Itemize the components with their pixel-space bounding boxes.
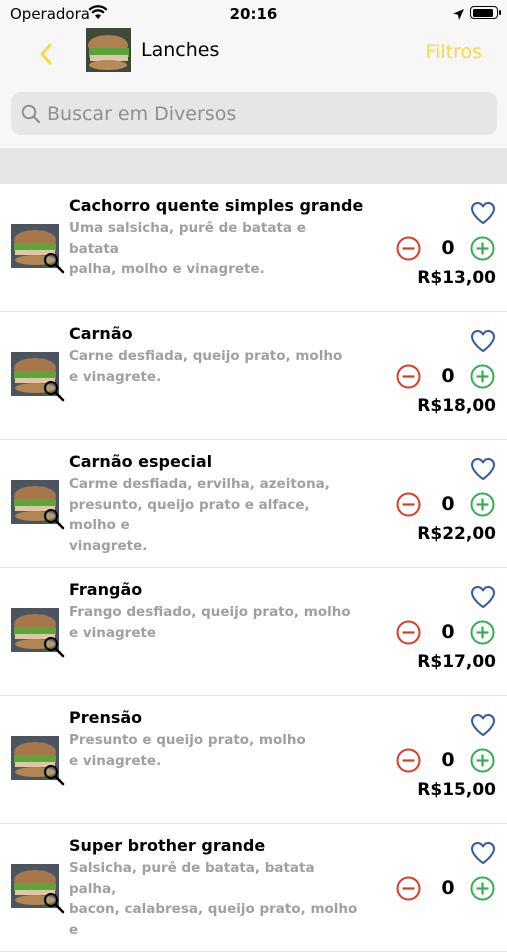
- product-price: R$13,00: [417, 268, 496, 288]
- page-title: Lanches: [141, 39, 220, 61]
- decrease-quantity-button[interactable]: [396, 236, 421, 265]
- zoom-icon: [43, 636, 65, 662]
- product-description-line: e vinagrete.: [69, 752, 162, 769]
- product-description-line: palha, molho e vinagrete.: [69, 261, 265, 277]
- product-description: Uma salsicha, purê de batata e batata pal…: [69, 218, 359, 280]
- favorite-heart-icon[interactable]: [470, 201, 496, 229]
- zoom-icon: [43, 508, 65, 534]
- product-name: Carnão: [69, 324, 133, 343]
- product-description-line: e vinagrete.: [69, 368, 162, 385]
- favorite-heart-icon[interactable]: [470, 585, 496, 613]
- quantity-value: 0: [441, 877, 455, 899]
- category-thumbnail: [86, 28, 131, 72]
- search-input[interactable]: [47, 92, 487, 135]
- product-name: Prensão: [69, 708, 143, 727]
- increase-quantity-button[interactable]: [470, 876, 495, 905]
- product-row[interactable]: Prensão Presunto e queijo prato, molho e …: [0, 696, 507, 824]
- decrease-quantity-button[interactable]: [396, 620, 421, 649]
- product-description-line: Carme desfiada, ervilha, azeitona,: [69, 476, 330, 492]
- zoom-icon: [43, 764, 65, 790]
- decrease-quantity-button[interactable]: [396, 492, 421, 521]
- search-bar: [11, 92, 497, 135]
- product-name: Cachorro quente simples grande: [69, 196, 364, 215]
- product-price: R$15,00: [417, 780, 496, 800]
- product-description-line: Salsicha, purê de batata, batata palha,: [69, 860, 315, 897]
- filters-button[interactable]: Filtros: [426, 41, 482, 63]
- favorite-heart-icon[interactable]: [470, 713, 496, 741]
- back-button[interactable]: [36, 40, 56, 68]
- product-row[interactable]: Cachorro quente simples grande Uma salsi…: [0, 184, 507, 312]
- product-description-line: Carne desfiada, queijo prato, molho: [69, 348, 343, 364]
- product-row[interactable]: Carnão Carne desfiada, queijo prato, mol…: [0, 312, 507, 440]
- battery-icon: [470, 6, 501, 19]
- product-description: Carme desfiada, ervilha, azeitona, presun…: [69, 474, 359, 556]
- product-description: Frango desfiado, queijo prato, molho e vi…: [69, 602, 359, 643]
- product-row[interactable]: Super brother grande Salsicha, purê de b…: [0, 824, 507, 952]
- increase-quantity-button[interactable]: [470, 748, 495, 777]
- navigation-bar: Lanches Filtros: [0, 28, 507, 81]
- search-icon: [21, 104, 41, 128]
- product-photo-button[interactable]: [11, 352, 65, 402]
- product-photo-button[interactable]: [11, 608, 65, 658]
- product-photo-button[interactable]: [11, 480, 65, 530]
- zoom-icon: [43, 892, 65, 918]
- favorite-heart-icon[interactable]: [470, 457, 496, 485]
- decrease-quantity-button[interactable]: [396, 748, 421, 777]
- quantity-value: 0: [441, 493, 455, 515]
- product-name: Super brother grande: [69, 836, 266, 855]
- status-bar: Operadora 20:16: [0, 0, 507, 28]
- product-row[interactable]: Carnão especial Carme desfiada, ervilha,…: [0, 440, 507, 568]
- product-photo-button[interactable]: [11, 864, 65, 914]
- product-photo-button[interactable]: [11, 224, 65, 274]
- decrease-quantity-button[interactable]: [396, 876, 421, 905]
- increase-quantity-button[interactable]: [470, 620, 495, 649]
- product-row[interactable]: Frangão Frango desfiado, queijo prato, m…: [0, 568, 507, 696]
- product-price: R$22,00: [417, 524, 496, 544]
- product-price: R$18,00: [417, 396, 496, 416]
- zoom-icon: [43, 252, 65, 278]
- increase-quantity-button[interactable]: [470, 364, 495, 393]
- location-arrow-icon: [452, 6, 465, 25]
- product-description: Presunto e queijo prato, molho e vinagret…: [69, 730, 359, 771]
- product-name: Carnão especial: [69, 452, 213, 471]
- decrease-quantity-button[interactable]: [396, 364, 421, 393]
- section-header: [0, 148, 507, 184]
- battery-fill: [472, 8, 493, 17]
- increase-quantity-button[interactable]: [470, 492, 495, 521]
- clock: 20:16: [229, 5, 278, 23]
- quantity-value: 0: [441, 621, 455, 643]
- quantity-value: 0: [441, 237, 455, 259]
- product-description-line: bacon, calabresa, queijo prato, molho e: [69, 901, 358, 938]
- product-name: Frangão: [69, 580, 143, 599]
- favorite-heart-icon[interactable]: [470, 329, 496, 357]
- product-description-line: vinagrete.: [69, 537, 148, 554]
- increase-quantity-button[interactable]: [470, 236, 495, 265]
- quantity-value: 0: [441, 749, 455, 771]
- favorite-heart-icon[interactable]: [470, 841, 496, 869]
- product-description-line: Uma salsicha, purê de batata e batata: [69, 220, 306, 257]
- product-price: R$17,00: [417, 652, 496, 672]
- product-description: Carne desfiada, queijo prato, molho e vin…: [69, 346, 359, 387]
- search-area: [0, 80, 507, 147]
- zoom-icon: [43, 380, 65, 406]
- product-photo-button[interactable]: [11, 736, 65, 786]
- product-description: Salsicha, purê de batata, batata palha, b…: [69, 858, 359, 940]
- quantity-value: 0: [441, 365, 455, 387]
- product-description-line: presunto, queijo prato e alface, molho e: [69, 496, 310, 534]
- product-description-line: Presunto e queijo prato, molho: [69, 732, 306, 748]
- product-list: Cachorro quente simples grande Uma salsi…: [0, 184, 507, 952]
- product-description-line: e vinagrete: [69, 624, 157, 641]
- product-description-line: Frango desfiado, queijo prato, molho: [69, 604, 351, 620]
